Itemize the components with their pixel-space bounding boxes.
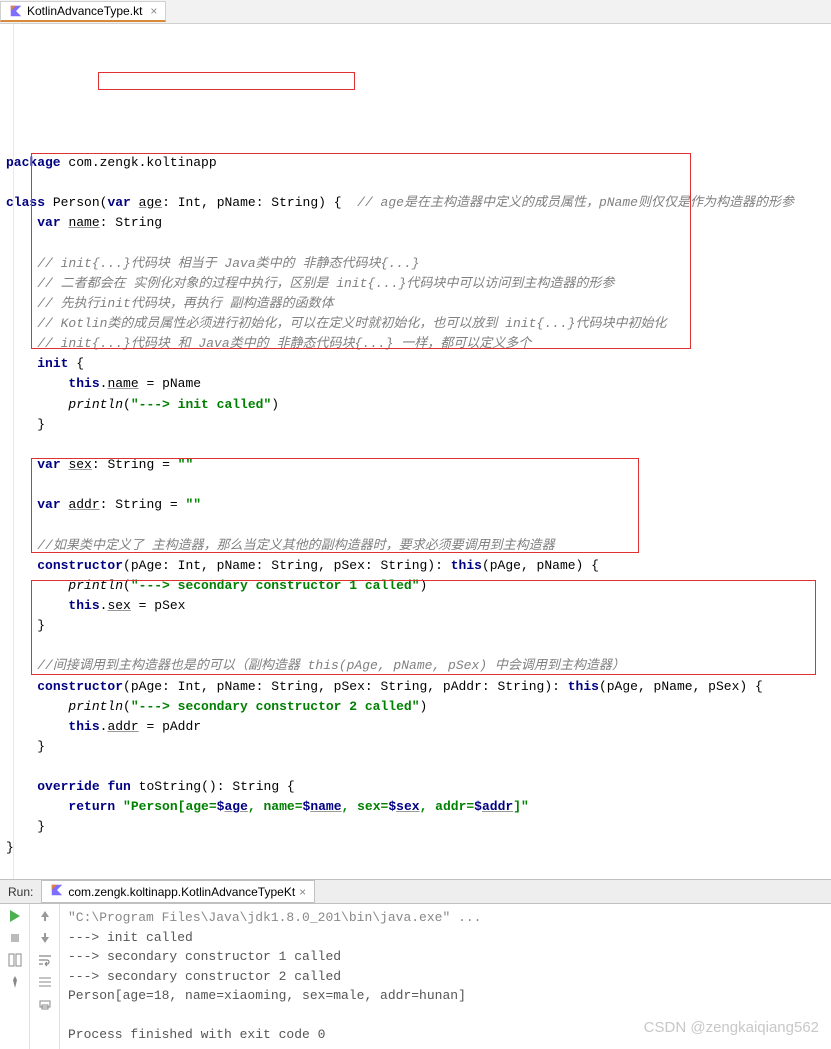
print-icon[interactable] (37, 996, 53, 1012)
console-line: ---> secondary constructor 2 called (68, 969, 341, 984)
up-icon[interactable] (37, 908, 53, 924)
code-editor[interactable]: package com.zengk.koltinapp class Person… (0, 24, 831, 879)
editor-tab-bar: KotlinAdvanceType.kt × (0, 0, 831, 24)
run-header: Run: com.zengk.koltinapp.KotlinAdvanceTy… (0, 880, 831, 904)
down-icon[interactable] (37, 930, 53, 946)
class-name: Person (53, 195, 100, 210)
console-line: ---> secondary constructor 1 called (68, 949, 341, 964)
layout-icon[interactable] (7, 952, 23, 968)
gutter (0, 24, 14, 879)
run-icon[interactable] (7, 908, 23, 924)
close-icon[interactable]: × (299, 885, 306, 899)
run-toolbar-inner (30, 904, 60, 1049)
run-config-name: com.zengk.koltinapp.KotlinAdvanceTypeKt (68, 885, 295, 899)
kotlin-icon (50, 883, 64, 900)
console-line: Person[age=18, name=xiaoming, sex=male, … (68, 988, 466, 1003)
pin-icon[interactable] (7, 974, 23, 990)
console-line: ---> init called (68, 930, 193, 945)
run-toolbar-left (0, 904, 30, 1049)
console-line-path: "C:\Program Files\Java\jdk1.8.0_201\bin\… (68, 910, 481, 925)
wrap-icon[interactable] (37, 952, 53, 968)
stop-icon[interactable] (7, 930, 23, 946)
scroll-icon[interactable] (37, 974, 53, 990)
watermark: CSDN @zengkaiqiang562 (644, 1019, 819, 1036)
package-keyword: package (6, 155, 61, 170)
close-icon[interactable]: × (150, 4, 157, 18)
tab-filename: KotlinAdvanceType.kt (27, 4, 142, 18)
header-comment: // age是在主构造器中定义的成员属性，pName则仅仅是作为构造器的形参 (357, 195, 794, 210)
run-config-tab[interactable]: com.zengk.koltinapp.KotlinAdvanceTypeKt … (41, 880, 315, 903)
file-tab[interactable]: KotlinAdvanceType.kt × (0, 1, 166, 22)
console-line: Process finished with exit code 0 (68, 1027, 325, 1042)
run-label: Run: (0, 885, 41, 899)
highlight-box-1 (98, 72, 355, 90)
kotlin-file-icon (9, 4, 23, 18)
package-name: com.zengk.koltinapp (68, 155, 216, 170)
